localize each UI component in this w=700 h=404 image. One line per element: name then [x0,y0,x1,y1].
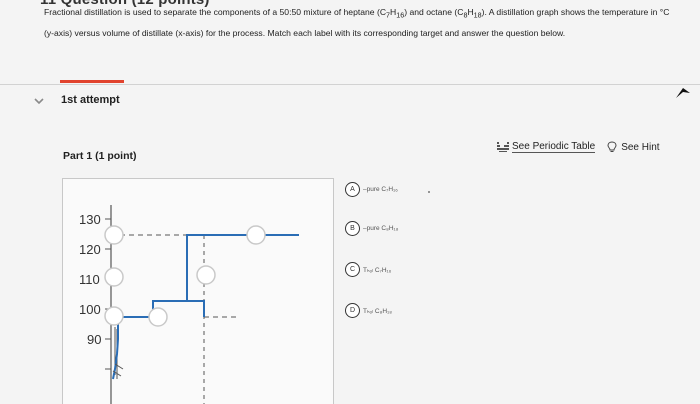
distillation-graph-svg [104,205,299,404]
toolbar: See Periodic Table See Hint [497,141,660,153]
intro-text-part: Fractional distillation is used to separ… [44,7,387,17]
attempt-accent-bar [60,80,124,83]
subscript: 18 [473,11,482,20]
see-hint-label: See Hint [621,141,660,153]
option-d[interactable]: D Tₕₒₗ C₈H₁₈ [345,303,392,318]
stray-dot [428,191,430,193]
drop-target[interactable] [104,267,124,287]
y-tick-label: 110 [79,272,100,287]
see-periodic-table-link[interactable]: See Periodic Table [497,141,596,153]
drop-target[interactable] [196,265,216,285]
option-c[interactable]: C Tₕₒₗ C₇H₁₆ [345,262,391,277]
periodic-table-icon [497,142,509,152]
y-tick-label: 90 [87,332,102,347]
option-letter: B [345,221,360,236]
collapse-arrow-icon[interactable] [675,86,691,100]
distillation-graph: 130 120 110 100 90 [62,178,334,404]
y-tick-label: 130 [79,212,101,227]
y-tick-label: 120 [79,242,101,257]
lightbulb-icon [607,141,617,152]
option-label: –pure C₈H₁₈ [363,225,399,232]
part-title: Part 1 (1 point) [63,150,137,162]
option-b[interactable]: B –pure C₈H₁₈ [345,221,398,236]
y-tick-label: 100 [79,302,101,317]
option-a[interactable]: A –pure C₇H₁₆ [345,182,398,197]
option-letter: D [345,303,360,318]
chevron-down-icon[interactable] [32,95,46,107]
option-letter: C [345,262,360,277]
option-label: –pure C₇H₁₆ [363,186,398,193]
intro-text-part: ) and octane (C [404,7,464,17]
option-letter: A [345,182,360,197]
question-intro-text: Fractional distillation is used to separ… [44,4,674,42]
option-label: Tₕₒₗ C₇H₁₆ [363,266,392,274]
see-periodic-table-label: See Periodic Table [512,141,596,153]
drop-target[interactable] [246,225,266,245]
option-label: Tₕₒₗ C₈H₁₈ [363,307,392,315]
section-divider [0,84,700,85]
drop-target[interactable] [104,225,124,245]
drop-target[interactable] [104,306,124,326]
drop-target[interactable] [148,307,168,327]
see-hint-link[interactable]: See Hint [607,141,660,153]
attempt-label[interactable]: 1st attempt [61,94,120,106]
